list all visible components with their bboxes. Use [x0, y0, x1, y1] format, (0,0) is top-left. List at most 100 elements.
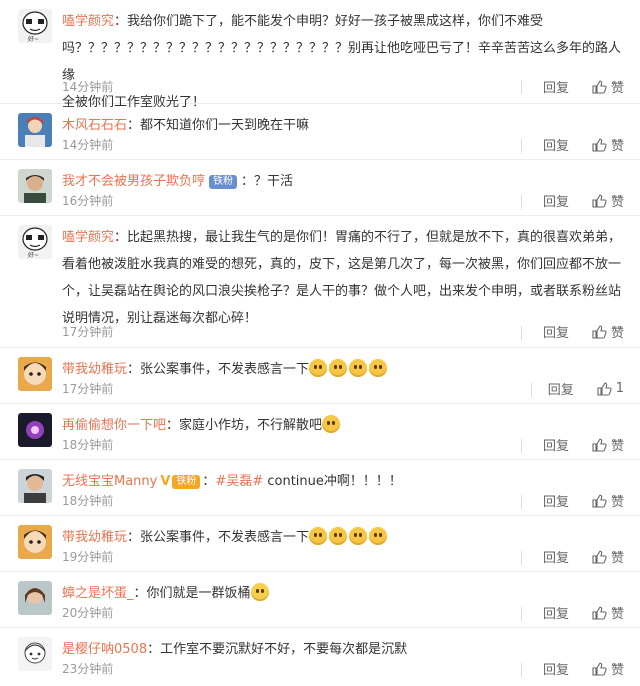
divider [521, 663, 522, 677]
comment-time: 17分钟前 [62, 382, 114, 396]
thumbs-up-icon [592, 549, 607, 564]
avatar[interactable] [18, 525, 52, 559]
comment-username[interactable]: 带我幼稚玩 [62, 530, 127, 545]
comment-username[interactable]: 嗑学颜究 [62, 230, 114, 245]
doge-emoji-icon [329, 359, 348, 377]
verified-icon: V [160, 474, 171, 489]
comment-username[interactable]: 木风石石石 [62, 118, 127, 133]
thumbs-up-icon [592, 437, 607, 452]
comment-body: 蟑之是坏蛋_：你们就是一群饭桶 [62, 580, 624, 607]
comment-actions: 回复 赞 [543, 603, 624, 622]
comment-username[interactable]: 是樱仔呐0508 [62, 642, 147, 657]
comment-text: 张公案事件，不发表感言一下 [140, 362, 310, 377]
avatar[interactable] [18, 113, 52, 147]
comment-text: 都不知道你们一天到晚在干嘛 [140, 118, 310, 133]
svg-text:好~: 好~ [28, 35, 39, 43]
reply-button[interactable]: 回复 [543, 435, 569, 454]
like-label: 赞 [610, 195, 624, 210]
hashtag-link[interactable]: #吴磊# [215, 474, 263, 489]
comment-actions: 回复 赞 [543, 135, 624, 154]
reply-button[interactable]: 回复 [543, 135, 569, 154]
reply-button[interactable]: 回复 [543, 659, 569, 678]
like-button[interactable]: 赞 [591, 322, 624, 341]
reply-button[interactable]: 回复 [543, 547, 569, 566]
like-button[interactable]: 赞 [591, 603, 624, 622]
comment-item: 好~ 嗑学颜究：比起黑热搜，最让我生气的是你们！胃痛的不行了，但就是放不下，真的… [0, 216, 640, 348]
like-label: 赞 [610, 607, 624, 622]
divider [521, 326, 522, 340]
like-button[interactable]: 赞 [591, 435, 624, 454]
comment-item: 是樱仔呐0508：工作室不要沉默好不好，不要每次都是沉默 23分钟前 回复 赞 [0, 628, 640, 686]
reply-button[interactable]: 回复 [543, 191, 569, 210]
divider [521, 80, 522, 94]
like-label: 赞 [610, 439, 624, 454]
like-button[interactable]: 赞 [591, 547, 624, 566]
divider [521, 139, 522, 153]
thumbs-up-icon [592, 79, 607, 94]
like-button[interactable]: 赞 [591, 491, 624, 510]
comment-username[interactable]: 嗑学颜究 [62, 14, 114, 29]
divider [521, 495, 522, 509]
doge-emoji-icon [349, 359, 368, 377]
reply-button[interactable]: 回复 [543, 322, 569, 341]
like-button[interactable]: 赞 [591, 135, 624, 154]
comment-actions: 回复 赞 [543, 435, 624, 454]
reply-button[interactable]: 回复 [543, 603, 569, 622]
doge-emoji-icon [369, 527, 388, 545]
comment-item: 我才不会被男孩子欺负哼 铁粉 ：？干活 16分钟前 回复 赞 [0, 160, 640, 216]
comment-username[interactable]: 我才不会被男孩子欺负哼 [62, 174, 205, 189]
comment-time: 16分钟前 [62, 194, 114, 208]
reply-button[interactable]: 回复 [543, 77, 569, 96]
avatar[interactable] [18, 469, 52, 503]
thumbs-up-icon [592, 605, 607, 620]
comment-text: 工作室不要沉默好不好，不要每次都是沉默 [160, 642, 408, 657]
avatar[interactable] [18, 169, 52, 203]
thumbs-up-icon [592, 137, 607, 152]
avatar[interactable]: 好~ [18, 9, 52, 43]
fan-badge: 铁粉 [172, 475, 201, 489]
like-button[interactable]: 1 [596, 381, 624, 397]
comment-text-line: 看着他被泼脏水我真的难受的想死，真的，皮下，这是第几次了，每一次被黑，你们回应都… [62, 257, 622, 272]
doge-emoji-icon [309, 527, 328, 545]
comment-body: 再偷偷想你一下吧：家庭小作坊，不行解散吧 [62, 412, 624, 439]
like-button[interactable]: 赞 [591, 77, 624, 96]
divider [521, 439, 522, 453]
comment-time: 23分钟前 [62, 662, 114, 676]
like-count: 1 [615, 381, 624, 396]
divider [531, 383, 532, 397]
divider [521, 551, 522, 565]
comment-username[interactable]: 蟑之是坏蛋_ [62, 586, 134, 601]
like-button[interactable]: 赞 [591, 659, 624, 678]
like-label: 赞 [610, 139, 624, 154]
reply-button[interactable]: 回复 [548, 379, 574, 398]
comment-item: 蟑之是坏蛋_：你们就是一群饭桶 20分钟前 回复 赞 [0, 572, 640, 628]
comment-actions: 回复 赞 [543, 322, 624, 341]
like-label: 赞 [610, 81, 624, 96]
comment-text: 你们就是一群饭桶 [146, 586, 251, 601]
thumbs-up-icon [592, 661, 607, 676]
comment-text-line: 说明情况，别让磊迷每次都心碎！ [62, 311, 258, 326]
avatar[interactable] [18, 357, 52, 391]
comment-text: 我给你们跪下了，能不能发个申明？好好一孩子被黑成这样，你们不难受 [127, 14, 544, 29]
comment-username[interactable]: 带我幼稚玩 [62, 362, 127, 377]
avatar[interactable] [18, 637, 52, 671]
divider [521, 195, 522, 209]
comment-username[interactable]: 再偷偷想你一下吧 [62, 418, 166, 433]
comment-username[interactable]: 无线宝宝Manny [62, 474, 157, 489]
avatar[interactable] [18, 581, 52, 615]
reply-button[interactable]: 回复 [543, 491, 569, 510]
comment-item: 带我幼稚玩：张公案事件，不发表感言一下 17分钟前 回复 1 [0, 348, 640, 404]
avatar[interactable] [18, 413, 52, 447]
like-button[interactable]: 赞 [591, 191, 624, 210]
thumbs-up-icon [592, 193, 607, 208]
comment-item: 无线宝宝Manny V 铁粉 ：#吴磊# continue冲啊！！！！ 18分钟前 回… [0, 460, 640, 516]
avatar[interactable]: 好~ [18, 225, 52, 259]
comment-item: 带我幼稚玩：张公案事件，不发表感言一下 19分钟前 回复 赞 [0, 516, 640, 572]
comment-time: 19分钟前 [62, 550, 114, 564]
comment-body: 木风石石石：都不知道你们一天到晚在干嘛 [62, 118, 310, 133]
like-label: 赞 [610, 551, 624, 566]
comment-body: 是樱仔呐0508：工作室不要沉默好不好，不要每次都是沉默 [62, 642, 408, 657]
comment-list: 好~ 嗑学颜究：我给你们跪下了，能不能发个申明？好好一孩子被黑成这样，你们不难受… [0, 0, 640, 686]
grin-emoji-icon [250, 583, 269, 601]
comment-actions: 回复 赞 [543, 191, 624, 210]
